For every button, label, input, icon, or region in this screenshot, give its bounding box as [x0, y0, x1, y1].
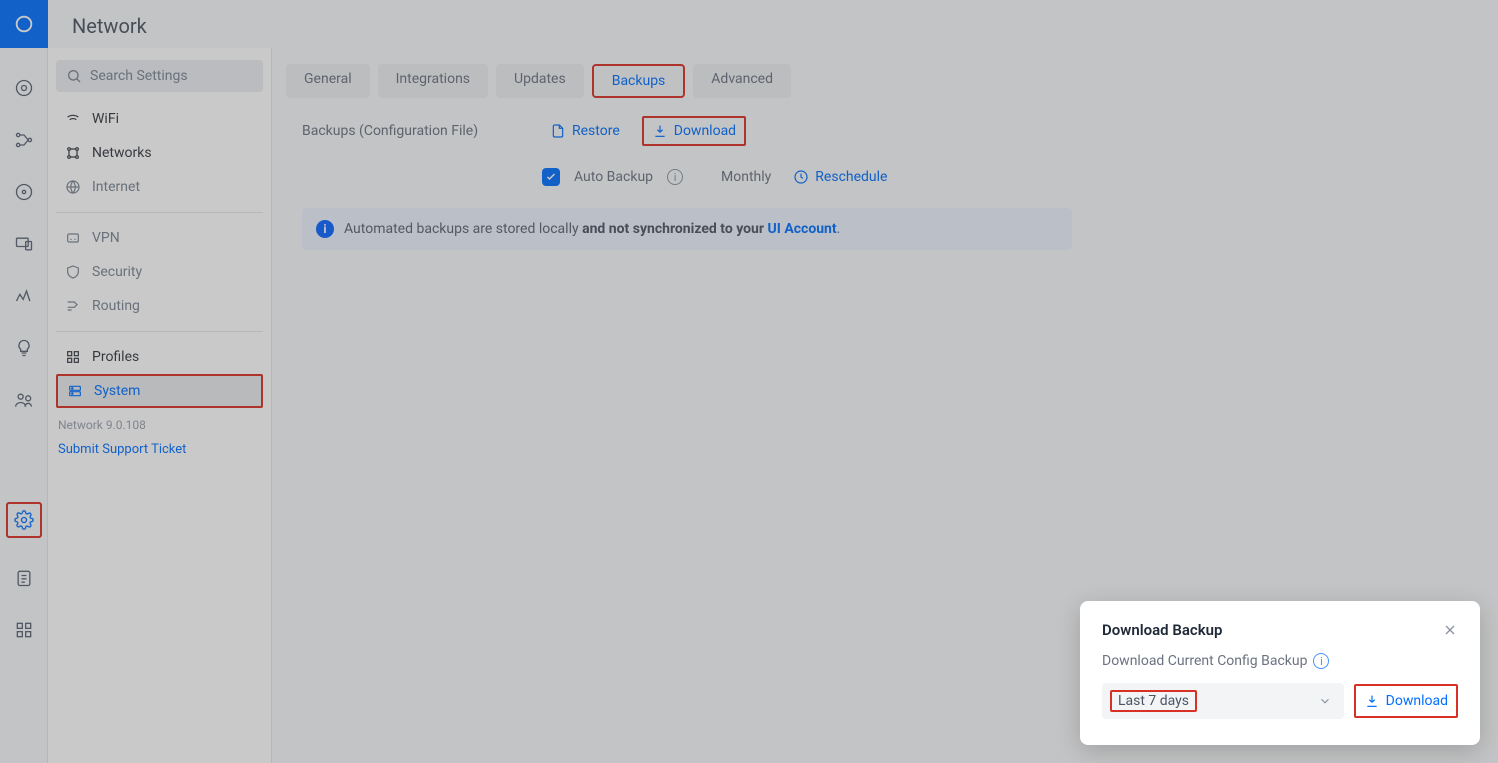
- tab-general[interactable]: General: [286, 64, 370, 98]
- download-button[interactable]: Download: [642, 116, 746, 146]
- chevron-down-icon: [1318, 694, 1332, 708]
- nav-version: Network 9.0.108: [56, 408, 263, 438]
- modal-download-button[interactable]: Download: [1354, 684, 1458, 718]
- tab-backups[interactable]: Backups: [592, 64, 686, 98]
- auto-backup-checkbox[interactable]: [542, 168, 560, 186]
- shield-icon: [64, 263, 82, 281]
- search-placeholder: Search Settings: [90, 68, 188, 84]
- info-dot-icon: i: [316, 220, 334, 238]
- clipboard-icon[interactable]: [12, 566, 36, 590]
- nav-label: Profiles: [92, 349, 139, 365]
- nav-item-security[interactable]: Security: [56, 255, 263, 289]
- nav-item-internet[interactable]: Internet: [56, 170, 263, 204]
- info-icon[interactable]: i: [1313, 653, 1329, 669]
- tab-integrations[interactable]: Integrations: [378, 64, 488, 98]
- reschedule-button[interactable]: Reschedule: [785, 164, 895, 190]
- nav-label: Networks: [92, 145, 152, 161]
- routing-icon: [64, 297, 82, 315]
- nav-item-system[interactable]: System: [56, 374, 263, 408]
- search-icon: [66, 68, 82, 84]
- support-link[interactable]: Submit Support Ticket: [56, 438, 263, 461]
- bulb-icon[interactable]: [12, 336, 36, 360]
- tab-updates[interactable]: Updates: [496, 64, 584, 98]
- globe-icon: [64, 178, 82, 196]
- nav-item-routing[interactable]: Routing: [56, 289, 263, 323]
- period: .: [837, 221, 841, 237]
- backups-row: Backups (Configuration File) Restore Dow…: [286, 116, 1484, 146]
- nav-label: WiFi: [92, 111, 119, 127]
- signal-icon[interactable]: [12, 284, 36, 308]
- banner-text: Automated backups are stored locally and…: [344, 221, 840, 237]
- download-backup-modal: Download Backup Download Current Config …: [1080, 601, 1480, 745]
- nav-item-profiles[interactable]: Profiles: [56, 340, 263, 374]
- modal-title: Download Backup: [1102, 621, 1222, 639]
- apps-icon[interactable]: [12, 618, 36, 642]
- nav-item-vpn[interactable]: VPN: [56, 221, 263, 255]
- ui-account-link[interactable]: UI Account: [768, 221, 837, 237]
- select-value: Last 7 days: [1110, 690, 1197, 712]
- banner-prefix: Automated backups are stored locally: [344, 221, 582, 237]
- restore-label: Restore: [572, 123, 620, 139]
- nav-label: Internet: [92, 179, 140, 195]
- reschedule-label: Reschedule: [815, 169, 887, 185]
- info-icon[interactable]: i: [667, 169, 683, 185]
- settings-icon[interactable]: [6, 502, 42, 538]
- auto-backup-label: Auto Backup: [574, 169, 653, 185]
- nav-label: Security: [92, 264, 142, 280]
- restore-button[interactable]: Restore: [542, 118, 628, 144]
- modal-download-label: Download: [1386, 693, 1448, 709]
- vpn-icon: [64, 229, 82, 247]
- wifi-icon: [64, 110, 82, 128]
- icon-rail: [0, 0, 48, 763]
- download-label: Download: [674, 123, 736, 139]
- download-icon: [1364, 693, 1380, 709]
- topology-icon[interactable]: [12, 128, 36, 152]
- users-icon[interactable]: [12, 388, 36, 412]
- banner-bold: and not synchronized to your: [582, 221, 767, 237]
- nav-label: System: [94, 383, 140, 399]
- nav-label: VPN: [92, 230, 120, 246]
- divider: [56, 331, 263, 332]
- device-icon[interactable]: [12, 232, 36, 256]
- divider: [56, 212, 263, 213]
- page-title: Network: [72, 14, 147, 38]
- profiles-icon: [64, 348, 82, 366]
- search-input[interactable]: Search Settings: [56, 60, 263, 92]
- modal-subtitle-row: Download Current Config Backup i: [1102, 653, 1458, 669]
- close-icon[interactable]: [1442, 622, 1458, 638]
- nav-item-wifi[interactable]: WiFi: [56, 102, 263, 136]
- check-icon: [545, 171, 557, 183]
- dashboard-icon[interactable]: [12, 76, 36, 100]
- tab-advanced[interactable]: Advanced: [693, 64, 791, 98]
- frequency-label: Monthly: [721, 169, 771, 185]
- tabs: General Integrations Updates Backups Adv…: [286, 64, 1484, 98]
- modal-subtitle: Download Current Config Backup: [1102, 653, 1307, 669]
- clock-icon: [793, 169, 809, 185]
- nav-label: Routing: [92, 298, 140, 314]
- file-icon: [550, 123, 566, 139]
- backup-range-select[interactable]: Last 7 days: [1102, 683, 1344, 719]
- info-banner: i Automated backups are stored locally a…: [302, 208, 1072, 250]
- download-icon: [652, 123, 668, 139]
- system-icon: [66, 382, 84, 400]
- networks-icon: [64, 144, 82, 162]
- backups-label: Backups (Configuration File): [286, 123, 542, 139]
- side-panel: Search Settings WiFi Networks Internet V…: [48, 48, 272, 763]
- radar-icon[interactable]: [12, 180, 36, 204]
- auto-backup-row: Auto Backup i Monthly Reschedule: [286, 164, 1484, 190]
- nav-item-networks[interactable]: Networks: [56, 136, 263, 170]
- logo[interactable]: [0, 0, 48, 48]
